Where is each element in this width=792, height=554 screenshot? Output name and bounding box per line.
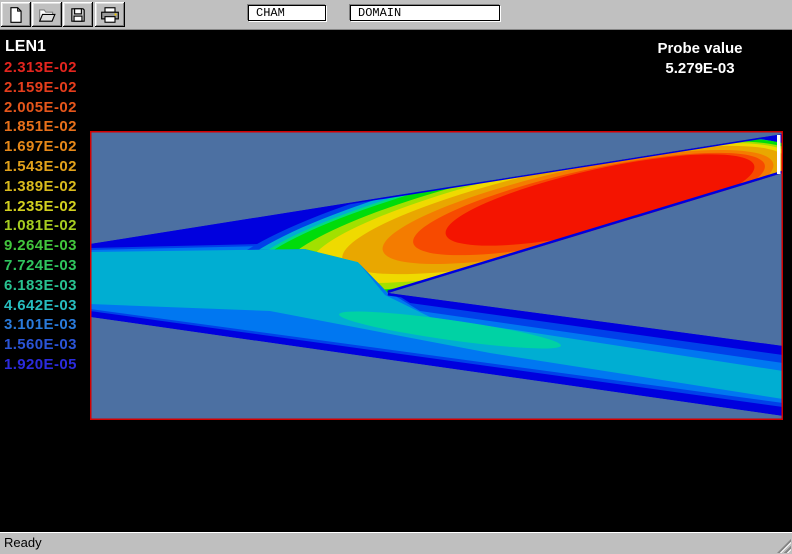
- print-button[interactable]: [95, 2, 125, 27]
- resize-grip[interactable]: [777, 539, 791, 553]
- save-floppy-icon: [69, 6, 87, 24]
- legend-value: 1.389E-02: [4, 177, 77, 197]
- contour-plot[interactable]: [90, 131, 783, 420]
- probe-readout: Probe value 5.279E-03: [615, 39, 785, 79]
- open-folder-icon: [38, 6, 56, 24]
- legend-value: 2.159E-02: [4, 78, 77, 98]
- variable-label: LEN1: [5, 38, 46, 56]
- domain-field[interactable]: DOMAIN: [350, 5, 500, 21]
- probe-value: 5.279E-03: [615, 59, 785, 79]
- legend-value: 1.697E-02: [4, 137, 77, 157]
- legend-value: 1.920E-05: [4, 355, 77, 375]
- new-button[interactable]: [1, 2, 31, 27]
- legend-value: 1.235E-02: [4, 197, 77, 217]
- save-button[interactable]: [63, 2, 93, 27]
- open-button[interactable]: [32, 2, 62, 27]
- print-icon: [100, 6, 120, 24]
- legend-value: 4.642E-03: [4, 296, 77, 316]
- legend-value: 1.560E-03: [4, 335, 77, 355]
- legend-value: 9.264E-03: [4, 236, 77, 256]
- outlet-marker: [777, 135, 781, 174]
- legend-value: 1.081E-02: [4, 216, 77, 236]
- status-text: Ready: [4, 535, 42, 550]
- legend-value: 3.101E-03: [4, 315, 77, 335]
- legend-value: 2.005E-02: [4, 98, 77, 118]
- new-document-icon: [7, 6, 25, 24]
- legend-value: 2.313E-02: [4, 58, 77, 78]
- legend-value: 7.724E-03: [4, 256, 77, 276]
- legend-value: 1.851E-02: [4, 117, 77, 137]
- application-window: CHAM DOMAIN LEN1 2.313E-022.159E-022.005…: [0, 0, 792, 554]
- legend-value: 6.183E-03: [4, 276, 77, 296]
- legend-value: 1.543E-02: [4, 157, 77, 177]
- legend-list: 2.313E-022.159E-022.005E-021.851E-021.69…: [4, 58, 77, 375]
- cham-field[interactable]: CHAM: [248, 5, 326, 21]
- probe-label: Probe value: [615, 39, 785, 59]
- status-bar: Ready: [0, 532, 792, 554]
- viewer-canvas: LEN1 2.313E-022.159E-022.005E-021.851E-0…: [0, 30, 792, 532]
- toolbar: CHAM DOMAIN: [0, 0, 792, 30]
